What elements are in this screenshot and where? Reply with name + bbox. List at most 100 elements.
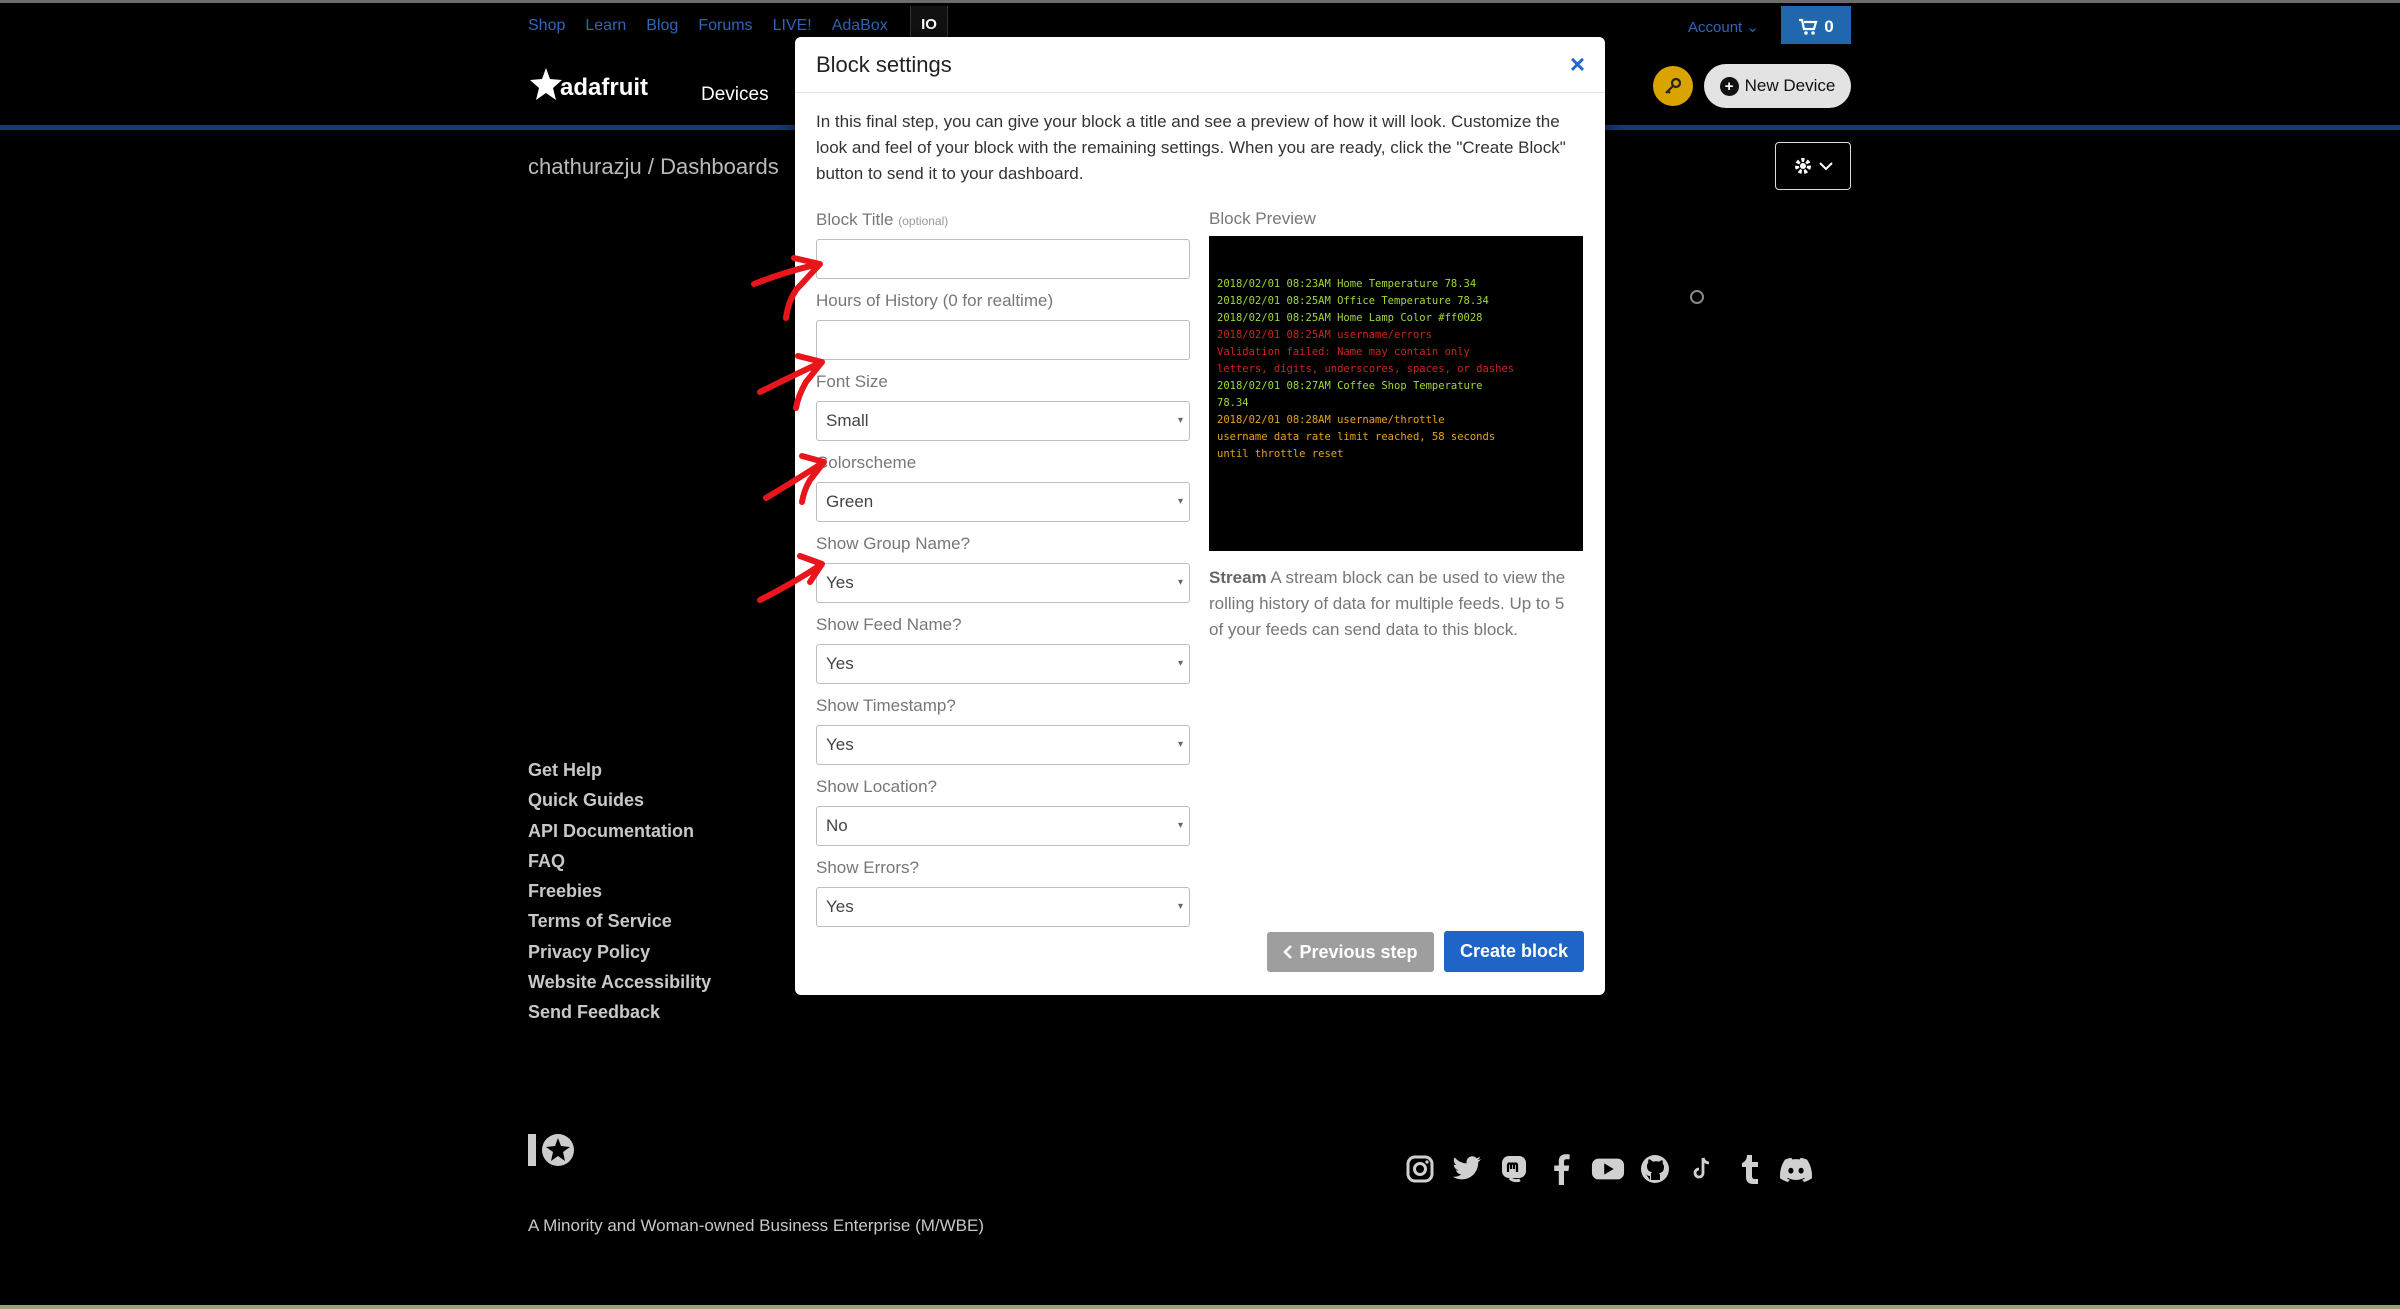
top-link-learn[interactable]: Learn bbox=[585, 17, 626, 35]
footer-link-quick-guides[interactable]: Quick Guides bbox=[528, 785, 711, 815]
annotation-arrow-4 bbox=[757, 553, 825, 603]
tumblr-icon[interactable] bbox=[1732, 1152, 1766, 1186]
facebook-icon[interactable] bbox=[1544, 1152, 1578, 1186]
preview-line: 2018/02/01 08:25AM Office Temperature 78… bbox=[1217, 295, 1489, 307]
preview-line: 2018/02/01 08:25AM Home Lamp Color #ff00… bbox=[1217, 312, 1483, 324]
block-type-name: Stream bbox=[1209, 568, 1267, 587]
create-block-button[interactable]: Create block bbox=[1444, 931, 1584, 972]
block-settings-form: Block Title (optional) Hours of History … bbox=[816, 209, 1190, 938]
annotation-arrow-3 bbox=[763, 453, 827, 505]
cart-icon bbox=[1799, 18, 1818, 35]
colorscheme-select[interactable]: Green ▾ bbox=[816, 482, 1190, 522]
instagram-icon[interactable] bbox=[1403, 1152, 1437, 1186]
cart-button[interactable]: 0 bbox=[1781, 6, 1851, 47]
io-logo-icon bbox=[528, 1130, 580, 1172]
new-device-label: New Device bbox=[1744, 76, 1836, 95]
brand-name: adafruit bbox=[560, 74, 649, 101]
youtube-icon[interactable] bbox=[1591, 1152, 1625, 1186]
top-links: Shop Learn Blog Forums LIVE! AdaBox bbox=[528, 17, 908, 35]
plus-circle-icon: + bbox=[1719, 76, 1739, 96]
previous-step-button[interactable]: Previous step bbox=[1267, 932, 1434, 972]
footer-link-accessibility[interactable]: Website Accessibility bbox=[528, 967, 711, 997]
nav-devices[interactable]: Devices bbox=[701, 84, 769, 106]
footer-link-terms[interactable]: Terms of Service bbox=[528, 906, 711, 936]
caret-down-icon: ▾ bbox=[1177, 820, 1183, 831]
preview-line: 2018/02/01 08:25AM username/errors bbox=[1217, 329, 1432, 341]
annotation-arrow-2 bbox=[757, 353, 825, 411]
footer-links: Get Help Quick Guides API Documentation … bbox=[528, 755, 711, 1028]
social-links bbox=[1403, 1152, 1813, 1186]
breadcrumb[interactable]: chathurazju / Dashboards bbox=[528, 154, 779, 180]
show-feed-label: Show Feed Name? bbox=[816, 615, 962, 634]
page: Shop Learn Blog Forums LIVE! AdaBox IO A… bbox=[0, 0, 2400, 1309]
chevron-down-icon bbox=[1819, 162, 1833, 171]
block-description: Stream A stream block can be used to vie… bbox=[1209, 565, 1579, 643]
footer-link-faq[interactable]: FAQ bbox=[528, 846, 711, 876]
font-size-label: Font Size bbox=[816, 372, 888, 391]
caret-down-icon: ▾ bbox=[1177, 658, 1183, 669]
caret-down-icon: ▾ bbox=[1177, 415, 1183, 426]
api-key-button[interactable] bbox=[1653, 66, 1693, 106]
modal-intro-text: In this final step, you can give your bl… bbox=[816, 112, 1566, 183]
show-group-select[interactable]: Yes ▾ bbox=[816, 563, 1190, 603]
preview-line: letters, digits, underscores, spaces, or… bbox=[1217, 363, 1515, 375]
top-link-live[interactable]: LIVE! bbox=[773, 17, 812, 35]
block-title-label: Block Title (optional) bbox=[816, 209, 1190, 231]
show-group-label: Show Group Name? bbox=[816, 534, 971, 553]
show-feed-value: Yes bbox=[826, 654, 854, 673]
top-link-adabox[interactable]: AdaBox bbox=[832, 17, 888, 35]
github-icon[interactable] bbox=[1638, 1152, 1672, 1186]
footer-link-send-feedback[interactable]: Send Feedback bbox=[528, 997, 711, 1027]
preview-line: until throttle reset bbox=[1217, 448, 1344, 460]
mastodon-icon[interactable] bbox=[1497, 1152, 1531, 1186]
top-link-shop[interactable]: Shop bbox=[528, 17, 565, 35]
footer-link-privacy[interactable]: Privacy Policy bbox=[528, 937, 711, 967]
preview-line: 78.34 bbox=[1217, 397, 1249, 409]
chevron-left-icon bbox=[1283, 945, 1293, 959]
history-input[interactable] bbox=[816, 320, 1190, 360]
new-device-button[interactable]: + New Device bbox=[1704, 64, 1851, 108]
font-size-select[interactable]: Small ▾ bbox=[816, 401, 1190, 441]
caret-down-icon: ▾ bbox=[1177, 901, 1183, 912]
adafruit-logo[interactable]: adafruit bbox=[528, 66, 648, 102]
block-title-input[interactable] bbox=[816, 239, 1190, 279]
show-location-label: Show Location? bbox=[816, 777, 937, 796]
preview-line: 2018/02/01 08:27AM Coffee Shop Temperatu… bbox=[1217, 380, 1483, 392]
discord-icon[interactable] bbox=[1779, 1152, 1813, 1186]
twitter-icon[interactable] bbox=[1450, 1152, 1484, 1186]
loading-indicator bbox=[1690, 290, 1704, 304]
show-timestamp-label: Show Timestamp? bbox=[816, 696, 956, 715]
block-settings-modal: Block settings × In this final step, you… bbox=[795, 37, 1605, 995]
show-feed-select[interactable]: Yes ▾ bbox=[816, 644, 1190, 684]
preview-line: 2018/02/01 08:23AM Home Temperature 78.3… bbox=[1217, 278, 1477, 290]
footer-link-api-docs[interactable]: API Documentation bbox=[528, 816, 711, 846]
caret-down-icon: ▾ bbox=[1177, 496, 1183, 507]
top-link-blog[interactable]: Blog bbox=[646, 17, 678, 35]
close-icon[interactable]: × bbox=[1570, 49, 1585, 80]
show-timestamp-select[interactable]: Yes ▾ bbox=[816, 725, 1190, 765]
tiktok-icon[interactable] bbox=[1685, 1152, 1719, 1186]
modal-title: Block settings bbox=[816, 52, 952, 77]
colorscheme-label: Colorscheme bbox=[816, 453, 917, 472]
show-timestamp-value: Yes bbox=[826, 735, 854, 754]
show-errors-label: Show Errors? bbox=[816, 858, 919, 877]
footer-link-get-help[interactable]: Get Help bbox=[528, 755, 711, 785]
account-menu[interactable]: Account ⌄ bbox=[1688, 18, 1759, 36]
caret-down-icon: ▾ bbox=[1177, 739, 1183, 750]
block-preview-label: Block Preview bbox=[1209, 209, 1316, 228]
dashboard-settings-button[interactable] bbox=[1775, 142, 1851, 190]
show-errors-select[interactable]: Yes ▾ bbox=[816, 887, 1190, 927]
annotation-arrow-1 bbox=[751, 255, 823, 321]
footer-link-freebies[interactable]: Freebies bbox=[528, 876, 711, 906]
footer-tagline: A Minority and Woman-owned Business Ente… bbox=[528, 1216, 985, 1235]
top-link-forums[interactable]: Forums bbox=[698, 17, 752, 35]
optional-hint: (optional) bbox=[898, 214, 949, 228]
modal-header: Block settings × bbox=[795, 37, 1605, 93]
preview-line: 2018/02/01 08:28AM username/throttle bbox=[1217, 414, 1445, 426]
annotation-arrows bbox=[751, 255, 827, 603]
caret-down-icon: ▾ bbox=[1177, 577, 1183, 588]
gear-icon bbox=[1795, 158, 1811, 174]
show-location-select[interactable]: No ▾ bbox=[816, 806, 1190, 846]
block-title-label-text: Block Title bbox=[816, 210, 894, 229]
bottom-border bbox=[0, 1305, 2400, 1309]
